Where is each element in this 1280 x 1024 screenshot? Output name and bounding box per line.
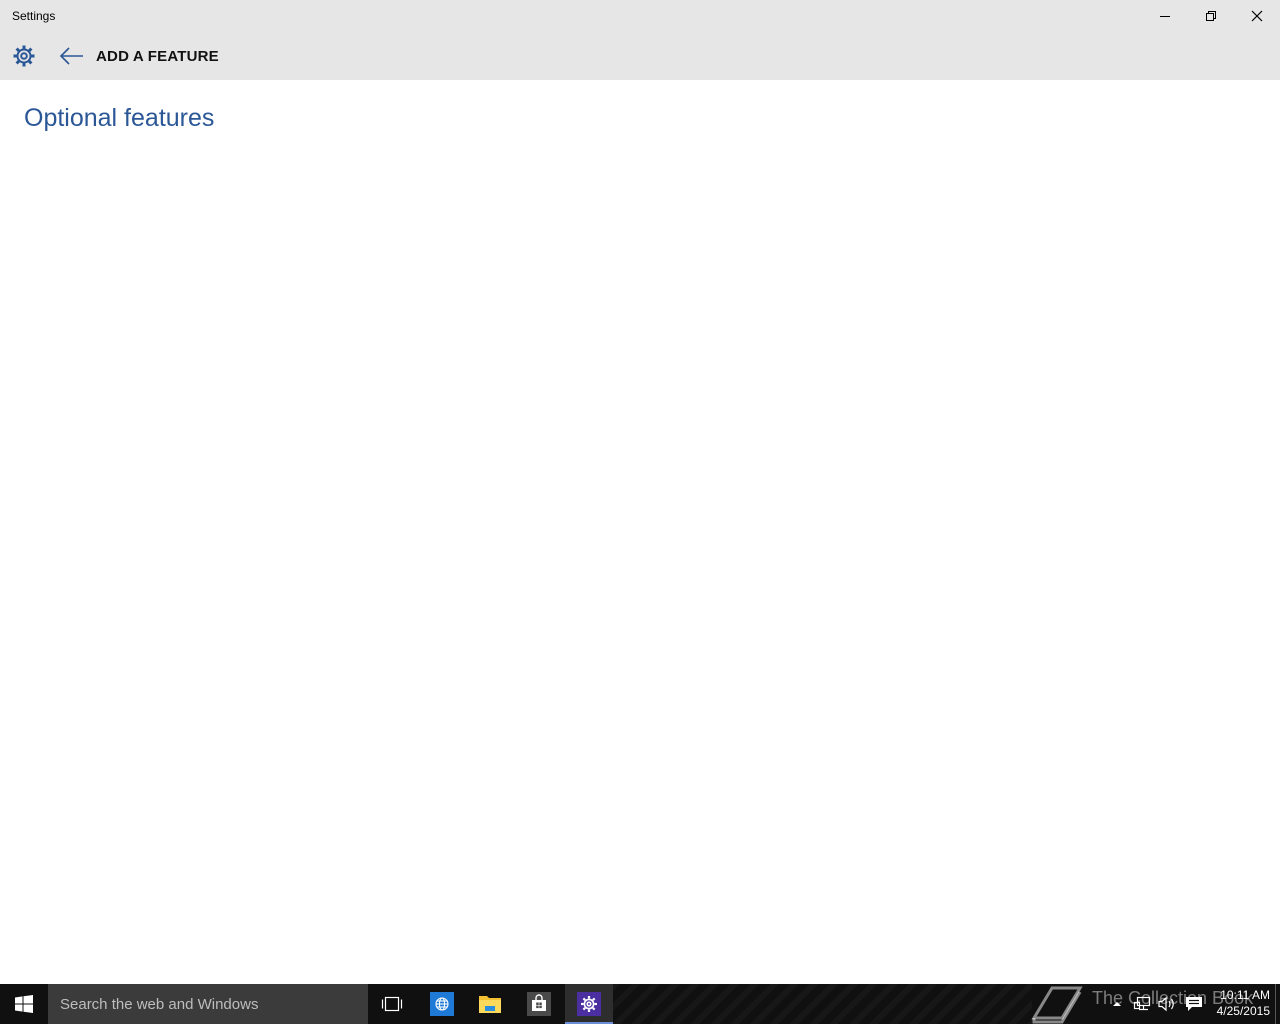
taskbar-settings[interactable] xyxy=(565,984,613,1024)
system-clock[interactable]: 10:11 AM 4/25/2015 xyxy=(1208,987,1270,1019)
minimize-button[interactable] xyxy=(1142,0,1188,32)
restore-button[interactable] xyxy=(1188,0,1234,32)
chevron-up-icon xyxy=(1113,1002,1121,1006)
store-bag-icon xyxy=(527,992,551,1016)
action-center-button[interactable] xyxy=(1182,984,1206,1024)
network-icon xyxy=(1133,996,1151,1011)
internet-explorer-icon xyxy=(430,992,454,1016)
back-arrow-icon[interactable] xyxy=(58,44,86,68)
show-desktop-button[interactable] xyxy=(1275,984,1280,1024)
close-button[interactable] xyxy=(1234,0,1280,32)
minimize-icon xyxy=(1160,16,1170,17)
network-button[interactable] xyxy=(1132,984,1154,1024)
search-box[interactable]: Search the web and Windows xyxy=(48,984,368,1024)
search-placeholder: Search the web and Windows xyxy=(60,996,259,1013)
taskbar-internet-explorer[interactable] xyxy=(418,984,466,1024)
windows-logo-icon xyxy=(15,995,33,1013)
taskbar-background-texture xyxy=(612,984,1032,1024)
window-titlebar: Settings xyxy=(0,0,1280,32)
show-hidden-icons-button[interactable] xyxy=(1108,984,1126,1024)
task-view-icon xyxy=(381,996,403,1012)
book-logo-icon xyxy=(1031,986,1083,1024)
restore-icon xyxy=(1206,11,1216,21)
clock-date: 4/25/2015 xyxy=(1216,1004,1270,1018)
taskbar: Search the web and Windows The Collectio… xyxy=(0,984,1280,1024)
page-title: Optional features xyxy=(24,104,215,132)
taskbar-file-explorer[interactable] xyxy=(466,984,514,1024)
settings-gear-icon xyxy=(577,992,601,1016)
volume-button[interactable] xyxy=(1156,984,1178,1024)
notification-icon xyxy=(1186,997,1202,1011)
speaker-icon xyxy=(1158,996,1174,1012)
app-header: ADD A FEATURE xyxy=(0,32,1280,80)
task-view-button[interactable] xyxy=(368,984,416,1024)
window-title: Settings xyxy=(12,9,56,23)
start-button[interactable] xyxy=(0,984,48,1024)
gear-icon[interactable] xyxy=(12,44,36,68)
close-icon xyxy=(1251,10,1263,22)
folder-icon xyxy=(479,996,501,1013)
taskbar-store[interactable] xyxy=(515,984,563,1024)
clock-time: 10:11 AM xyxy=(1220,988,1270,1002)
main-content: Optional features xyxy=(0,80,1280,984)
page-heading: ADD A FEATURE xyxy=(96,48,219,65)
